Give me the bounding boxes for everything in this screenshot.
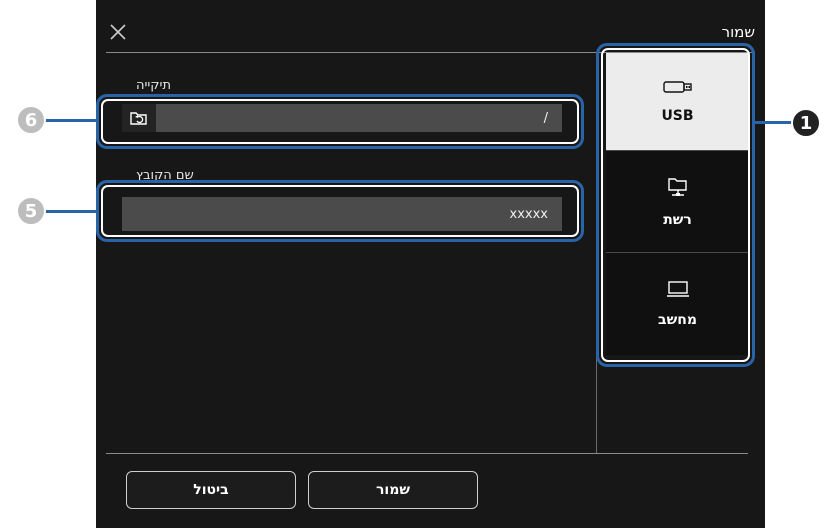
save-button[interactable]: שמור	[308, 471, 478, 509]
folder-label: תיקייה	[136, 78, 171, 93]
highlight-folder	[96, 94, 584, 149]
callout-line	[753, 121, 793, 124]
callout-line	[44, 119, 98, 122]
callout-badge: 6	[16, 105, 46, 135]
highlight-destinations	[596, 43, 755, 367]
callout-badge: 5	[16, 196, 46, 226]
cancel-button[interactable]: ביטול	[126, 471, 296, 509]
close-icon[interactable]	[108, 22, 128, 42]
callout-badge: 1	[791, 108, 821, 138]
highlight-filename	[96, 180, 584, 242]
dialog-title: שמור	[721, 23, 755, 41]
divider	[106, 453, 748, 454]
callout-line	[44, 210, 98, 213]
